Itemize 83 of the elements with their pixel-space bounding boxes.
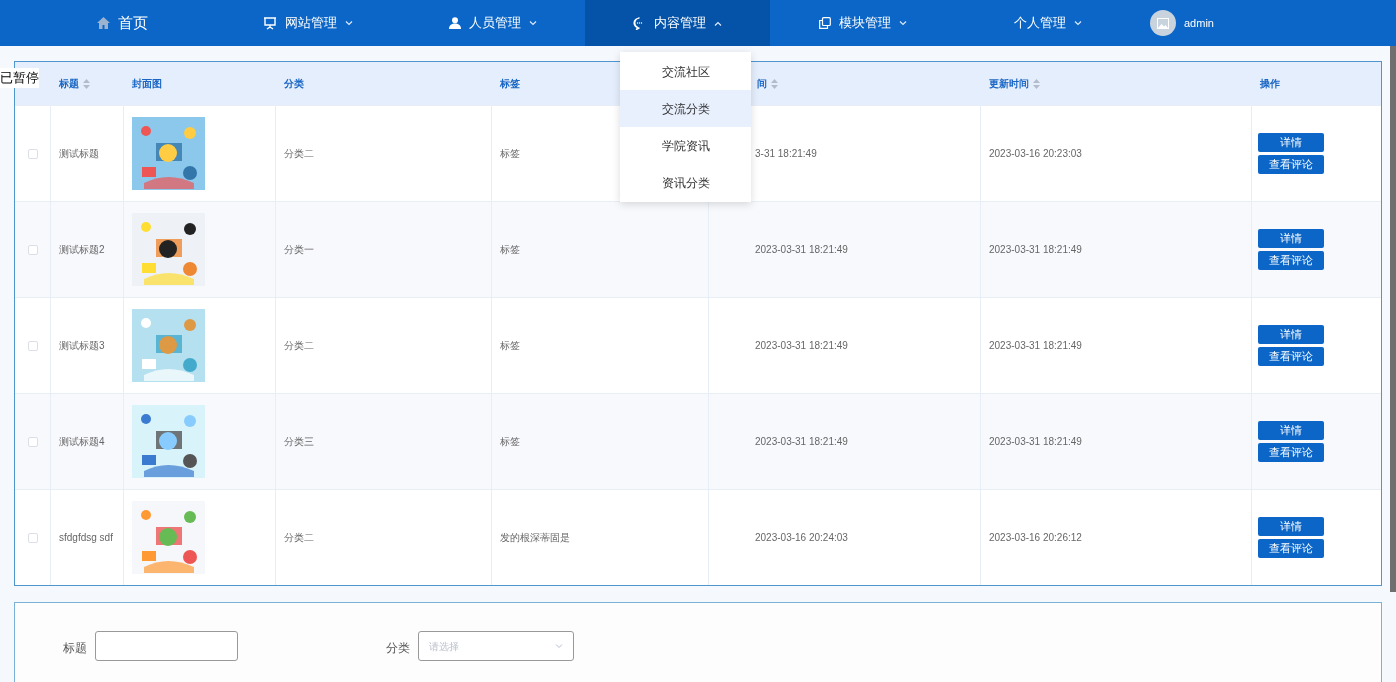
comments-button[interactable]: 查看评论 bbox=[1258, 251, 1324, 270]
table-cell-text: 3-31 18:21:49 bbox=[755, 147, 817, 161]
table-cell-text: 测试标题3 bbox=[59, 339, 105, 353]
comments-button[interactable]: 查看评论 bbox=[1258, 347, 1324, 366]
table-cell-text: 测试标题4 bbox=[59, 435, 105, 449]
comments-button[interactable]: 查看评论 bbox=[1258, 539, 1324, 558]
table-cell-text: 2023-03-31 18:21:49 bbox=[755, 435, 848, 449]
details-button[interactable]: 详情 bbox=[1258, 325, 1324, 344]
nav-label: 人员管理 bbox=[468, 14, 521, 33]
scrollbar[interactable] bbox=[1390, 46, 1396, 592]
column-header: 标题 bbox=[59, 77, 79, 91]
menu-item[interactable]: 交流分类 bbox=[620, 90, 751, 127]
table-cell-text: 2023-03-31 18:21:49 bbox=[755, 339, 848, 353]
user-name[interactable]: admin bbox=[1184, 14, 1214, 32]
comments-button[interactable]: 查看评论 bbox=[1258, 155, 1324, 174]
details-button[interactable]: 详情 bbox=[1258, 421, 1324, 440]
row-checkbox[interactable] bbox=[27, 340, 38, 351]
table-cell-text: 2023-03-31 18:21:49 bbox=[989, 435, 1082, 449]
row-checkbox[interactable] bbox=[27, 148, 38, 159]
table-cell-text: 标签 bbox=[500, 435, 520, 449]
caret-icon bbox=[528, 20, 537, 26]
copy-icon bbox=[818, 17, 831, 29]
table-cell-text: 测试标题2 bbox=[59, 243, 105, 257]
home-icon bbox=[97, 17, 110, 29]
paused-label: 已暂停 bbox=[0, 68, 39, 88]
caret-icon bbox=[344, 20, 353, 26]
column-header: 操作 bbox=[1260, 77, 1280, 91]
table-cell-text: 2023-03-16 20:23:03 bbox=[989, 147, 1082, 161]
table-cell-text: 标签 bbox=[500, 243, 520, 257]
nav-label: 模块管理 bbox=[838, 14, 891, 33]
avatar-icon[interactable] bbox=[1150, 10, 1176, 36]
nav-item[interactable]: 网站管理 bbox=[215, 0, 400, 46]
sort-icon[interactable] bbox=[83, 78, 90, 89]
column-header: 标签 bbox=[500, 77, 520, 91]
table-cell-text: 发的根深蒂固是 bbox=[500, 531, 570, 545]
title-input[interactable] bbox=[95, 631, 238, 661]
table-cell-text: 2023-03-16 20:24:03 bbox=[755, 531, 848, 545]
table-cell-text: sfdgfdsg sdf bbox=[59, 531, 113, 545]
presentation-icon bbox=[262, 16, 277, 30]
menu-item[interactable]: 交流社区 bbox=[620, 53, 751, 90]
table-cell-text: 分类一 bbox=[284, 243, 314, 257]
details-button[interactable]: 详情 bbox=[1258, 133, 1324, 152]
user-icon bbox=[448, 17, 461, 29]
table-cell-text: 2023-03-31 18:21:49 bbox=[755, 243, 848, 257]
caret-icon bbox=[714, 20, 722, 26]
nav-item[interactable]: 模块管理 bbox=[770, 0, 955, 46]
field-label: 标题 bbox=[63, 640, 87, 657]
table-cell-text: 分类二 bbox=[284, 531, 314, 545]
menu-item[interactable]: 学院资讯 bbox=[620, 127, 751, 164]
table-cell-text: 分类二 bbox=[284, 147, 314, 161]
nav-label: 内容管理 bbox=[654, 14, 706, 33]
table-cell-text: 2023-03-31 18:21:49 bbox=[989, 339, 1082, 353]
nav-item[interactable]: 人员管理 bbox=[400, 0, 585, 46]
table-cell-text: 分类三 bbox=[284, 435, 314, 449]
table-cell-text: 2023-03-31 18:21:49 bbox=[989, 243, 1082, 257]
row-checkbox[interactable] bbox=[27, 436, 38, 447]
column-header: 间 bbox=[757, 77, 767, 91]
nav-label: 网站管理 bbox=[284, 14, 337, 33]
table-cell-text: 测试标题 bbox=[59, 147, 99, 161]
nav-item[interactable]: 内容管理 bbox=[585, 0, 770, 46]
column-header: 封面图 bbox=[132, 77, 162, 91]
caret-icon bbox=[1073, 20, 1082, 26]
nav-label: 首页 bbox=[118, 12, 148, 33]
table-cell-text: 2023-03-16 20:26:12 bbox=[989, 531, 1082, 545]
table-cell-text: 标签 bbox=[500, 147, 520, 161]
column-header: 更新时间 bbox=[989, 77, 1029, 91]
row-checkbox[interactable] bbox=[27, 532, 38, 543]
row-checkbox[interactable] bbox=[27, 244, 38, 255]
sort-icon[interactable] bbox=[771, 78, 778, 89]
comments-button[interactable]: 查看评论 bbox=[1258, 443, 1324, 462]
table-cell-text: 标签 bbox=[500, 339, 520, 353]
field-label: 分类 bbox=[386, 640, 410, 657]
nav-item[interactable]: 个人管理 bbox=[955, 0, 1140, 46]
menu-item[interactable]: 资讯分类 bbox=[620, 164, 751, 201]
nav-label: 个人管理 bbox=[1013, 14, 1066, 33]
table-cell-text: 分类二 bbox=[284, 339, 314, 353]
column-header: 分类 bbox=[284, 77, 304, 91]
nav-item[interactable]: 首页 bbox=[30, 0, 215, 46]
sort-icon[interactable] bbox=[1033, 78, 1040, 89]
details-button[interactable]: 详情 bbox=[1258, 229, 1324, 248]
details-button[interactable]: 详情 bbox=[1258, 517, 1324, 536]
chevron-icon bbox=[555, 643, 563, 649]
caret-icon bbox=[898, 20, 907, 26]
